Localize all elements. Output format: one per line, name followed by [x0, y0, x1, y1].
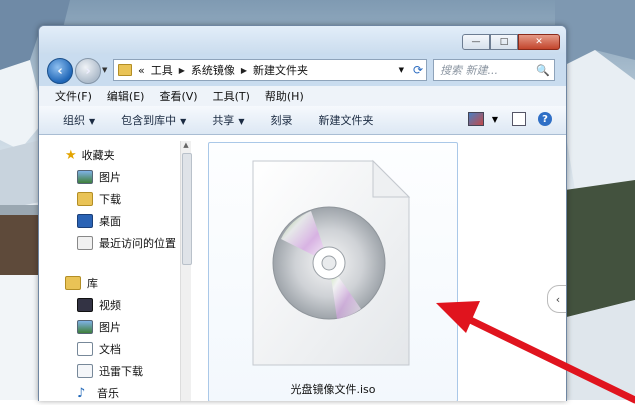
title-bar[interactable]: — □ ✕ [39, 26, 566, 54]
include-in-library-label: 包含到库中 [121, 114, 177, 127]
scroll-thumb[interactable] [182, 153, 192, 265]
music-note-icon: ♪ [77, 385, 86, 401]
thunder-downloads-icon [77, 364, 93, 378]
nav-item-label: 图片 [99, 171, 121, 184]
file-item[interactable]: 光盘镜像文件.iso [208, 142, 458, 401]
library-icon [65, 276, 81, 290]
help-icon[interactable]: ? [538, 112, 552, 126]
breadcrumb-separator-icon[interactable]: ▶ [179, 66, 185, 75]
menu-bar: 文件(F) 编辑(E) 查看(V) 工具(T) 帮助(H) [39, 86, 566, 106]
nav-item-label: 视频 [99, 299, 121, 312]
downloads-icon [77, 192, 93, 206]
nav-favorites-label: 收藏夹 [81, 149, 115, 162]
desktop-icon [77, 214, 93, 228]
navigation-pane: ★ 收藏夹 图片 下载 桌面 最近访问的位置 库 视频 图片 文档 迅雷下载 ♪… [39, 135, 179, 401]
maximize-button[interactable]: □ [490, 34, 518, 50]
address-bar[interactable]: « 工具 ▶ 系统镜像 ▶ 新建文件夹 ▼ ⟳ [113, 59, 427, 81]
nav-item-label: 迅雷下载 [99, 365, 143, 378]
forward-button[interactable]: › [75, 58, 101, 84]
nav-item-desktop[interactable]: 桌面 [77, 213, 121, 229]
menu-tools[interactable]: 工具(T) [213, 88, 250, 104]
nav-item-label: 桌面 [99, 215, 121, 228]
menu-help[interactable]: 帮助(H) [265, 88, 304, 104]
command-bar: 组织 ▼ 包含到库中 ▼ 共享 ▼ 刻录 新建文件夹 ▼ ? [39, 106, 566, 135]
burn-button[interactable]: 刻录 [270, 112, 292, 128]
search-icon[interactable]: 🔍 [536, 64, 550, 77]
nav-item-documents[interactable]: 文档 [77, 341, 121, 357]
chevron-down-icon: ▼ [180, 117, 187, 126]
preview-pane-icon[interactable] [512, 112, 526, 126]
nav-item-recent-places[interactable]: 最近访问的位置 [77, 235, 176, 251]
nav-item-pictures[interactable]: 图片 [77, 169, 121, 185]
file-name: 光盘镜像文件.iso [290, 383, 376, 396]
scroll-up-icon[interactable]: ▲ [181, 141, 191, 151]
view-options-icon[interactable] [467, 112, 484, 126]
share-button[interactable]: 共享 ▼ [212, 112, 244, 128]
nav-item-label: 图片 [99, 321, 121, 334]
breadcrumb-overflow[interactable]: « [138, 64, 145, 77]
include-in-library-button[interactable]: 包含到库中 ▼ [121, 112, 186, 128]
recent-places-icon [77, 236, 93, 250]
menu-file[interactable]: 文件(F) [55, 88, 92, 104]
organize-button[interactable]: 组织 ▼ [63, 112, 95, 128]
share-label: 共享 [212, 114, 235, 127]
arrow-right-icon: › [85, 63, 91, 79]
close-button[interactable]: ✕ [518, 34, 560, 50]
organize-label: 组织 [63, 114, 85, 127]
nav-item-downloads[interactable]: 下载 [77, 191, 121, 207]
nav-item-thunder-downloads[interactable]: 迅雷下载 [77, 363, 143, 379]
star-icon: ★ [65, 147, 77, 163]
pictures-icon [77, 320, 93, 334]
arrow-left-icon: ‹ [57, 63, 63, 79]
breadcrumb-separator-icon[interactable]: ▶ [241, 66, 247, 75]
nav-item-label: 文档 [99, 343, 121, 356]
videos-icon [77, 298, 93, 312]
minimize-button[interactable]: — [462, 34, 490, 50]
new-folder-button[interactable]: 新建文件夹 [318, 112, 373, 128]
nav-libraries-label: 库 [87, 277, 98, 290]
menu-view[interactable]: 查看(V) [159, 88, 197, 104]
nav-item-music[interactable]: ♪ 音乐 [77, 385, 119, 401]
breadcrumb-tools[interactable]: 工具 [151, 62, 173, 78]
nav-favorites[interactable]: ★ 收藏夹 [65, 147, 115, 163]
disc-image-file-icon [252, 159, 411, 366]
breadcrumb-new-folder[interactable]: 新建文件夹 [253, 62, 308, 78]
nav-item-label: 音乐 [97, 387, 119, 400]
documents-icon [77, 342, 93, 356]
folder-icon [118, 64, 132, 76]
refresh-icon[interactable]: ⟳ [413, 63, 423, 77]
nav-libraries[interactable]: 库 [65, 275, 98, 291]
chevron-down-icon: ▼ [89, 117, 96, 126]
nav-item-label: 下载 [99, 193, 121, 206]
nav-item-library-pictures[interactable]: 图片 [77, 319, 121, 335]
nav-item-videos[interactable]: 视频 [77, 297, 121, 313]
back-button[interactable]: ‹ [47, 58, 73, 84]
address-dropdown-icon[interactable]: ▼ [399, 66, 404, 74]
red-annotation-arrow [436, 301, 635, 404]
menu-edit[interactable]: 编辑(E) [107, 88, 145, 104]
breadcrumb-system-image[interactable]: 系统镜像 [191, 62, 235, 78]
search-placeholder: 搜索 新建... [440, 64, 498, 77]
nav-item-label: 最近访问的位置 [99, 237, 176, 250]
view-dropdown-icon[interactable]: ▼ [492, 115, 498, 124]
navigation-row: ‹ › ▼ « 工具 ▶ 系统镜像 ▶ 新建文件夹 ▼ ⟳ 搜索 新建... 🔍 [47, 58, 558, 84]
desktop-cabin [0, 205, 38, 275]
recent-pages-dropdown[interactable]: ▼ [102, 66, 107, 74]
pictures-icon [77, 170, 93, 184]
nav-scrollbar[interactable]: ▲ [180, 141, 192, 401]
chevron-down-icon: ▼ [238, 117, 245, 126]
search-input[interactable]: 搜索 新建... 🔍 [433, 59, 555, 81]
